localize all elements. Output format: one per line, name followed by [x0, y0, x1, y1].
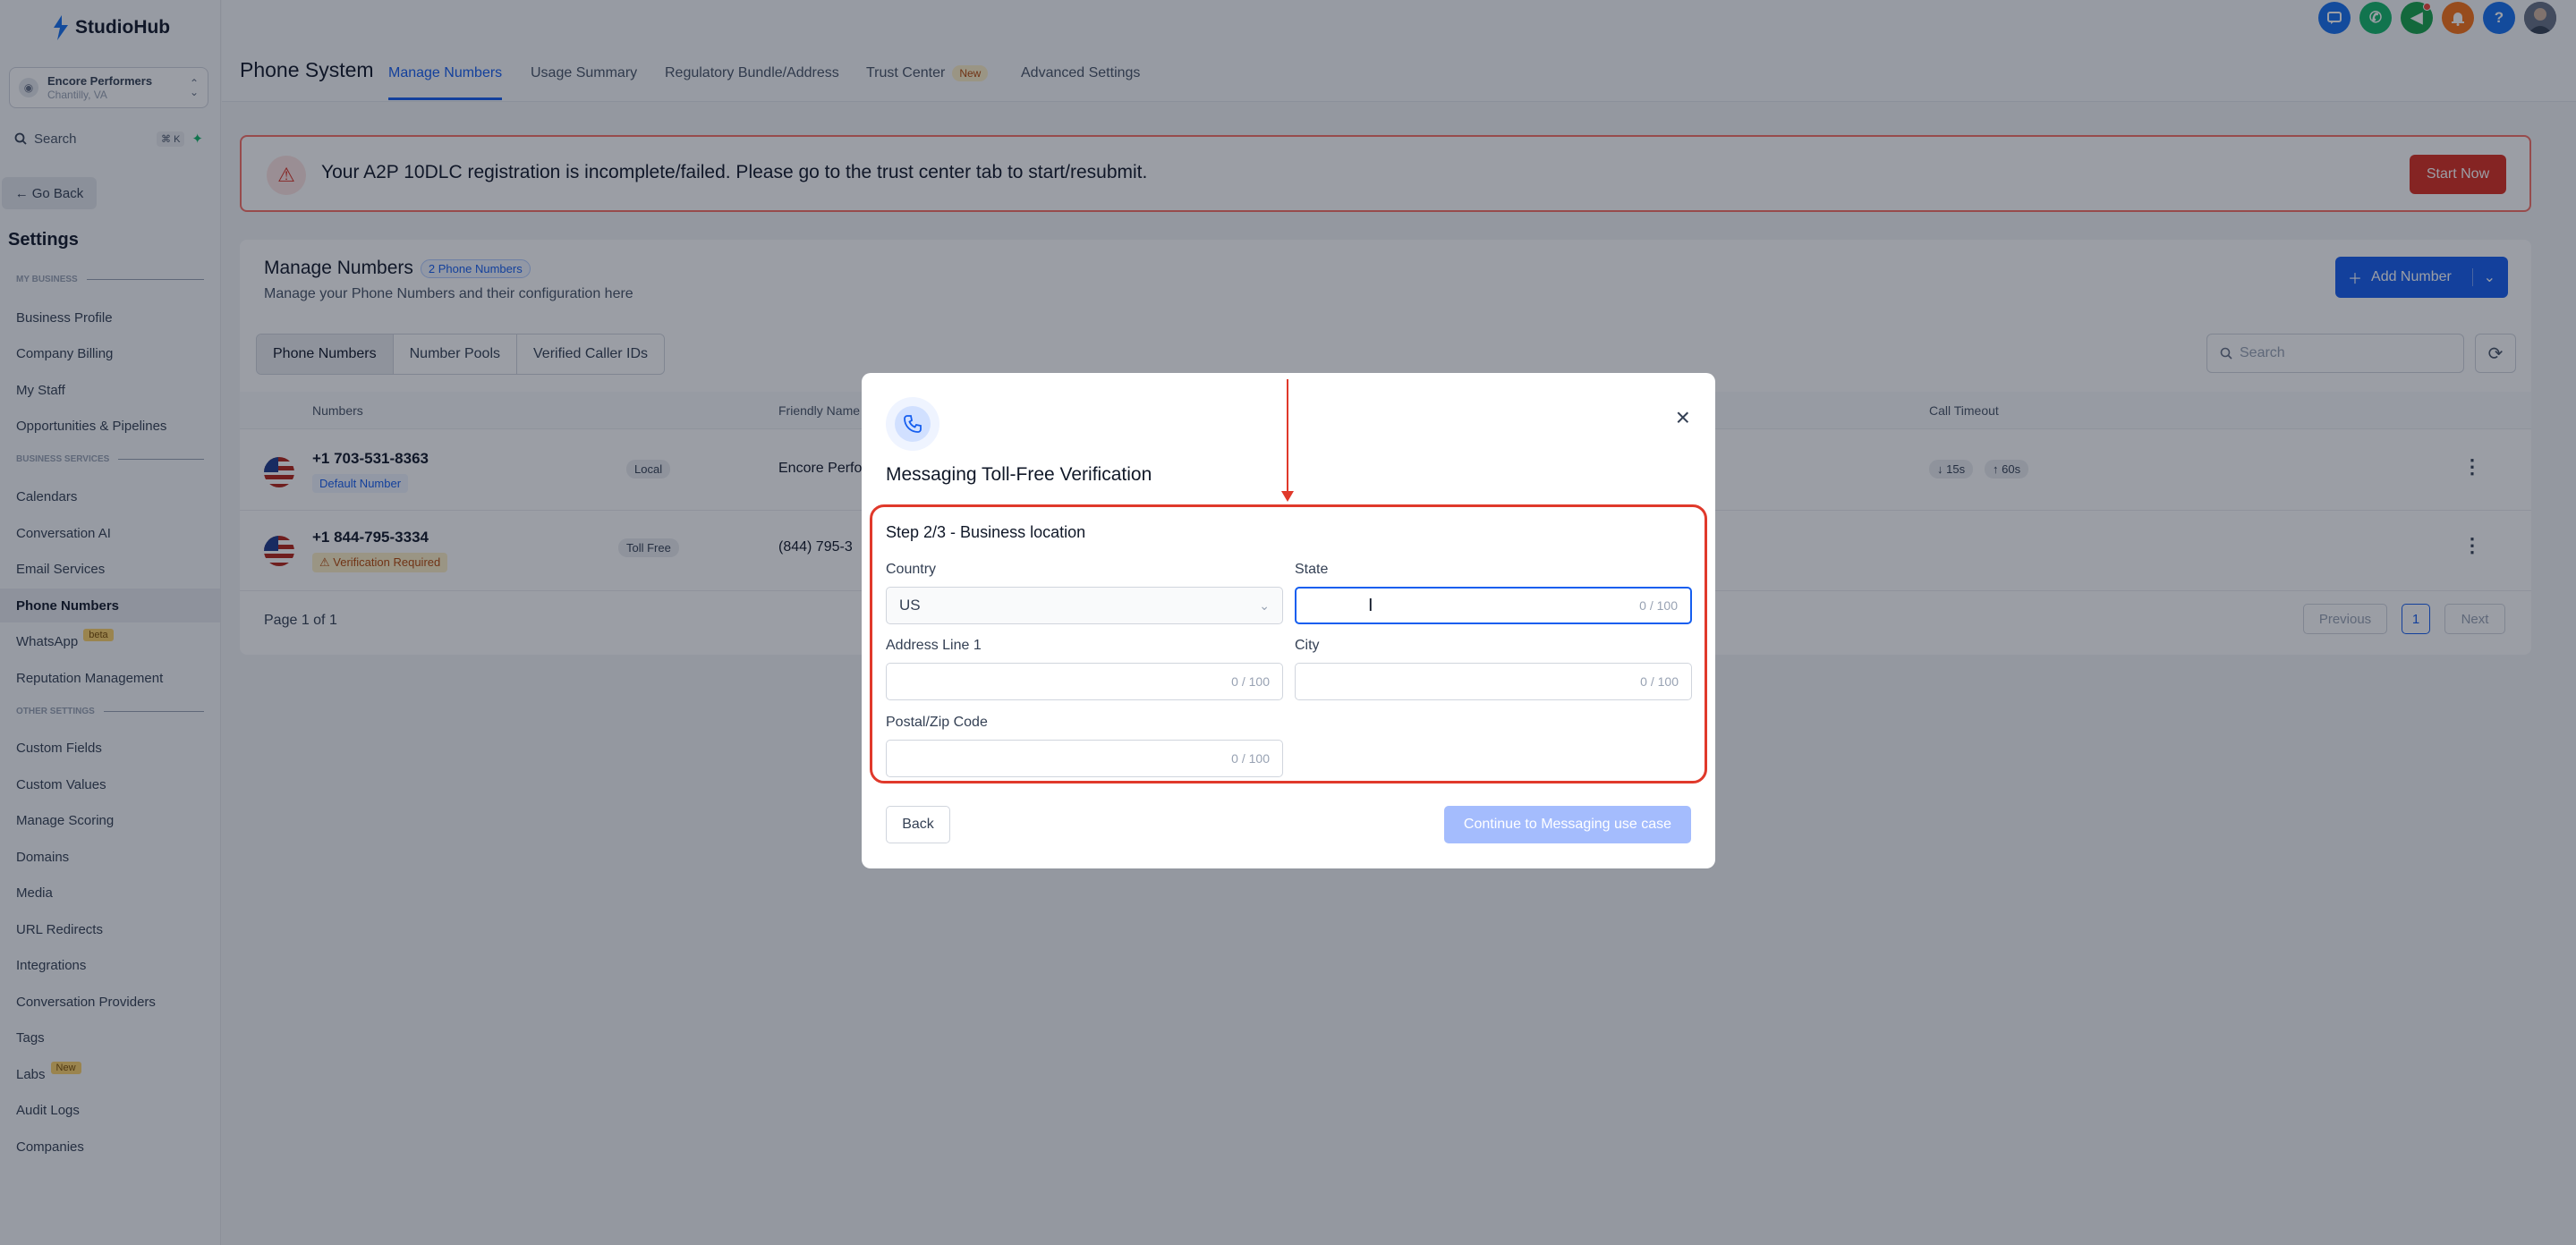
close-icon[interactable]: ×: [1676, 403, 1690, 432]
phone-handset-icon: [904, 415, 922, 433]
continue-button[interactable]: Continue to Messaging use case: [1444, 806, 1691, 843]
annotation-arrow-line: [1287, 379, 1288, 494]
back-button[interactable]: Back: [886, 806, 950, 843]
annotation-highlight-box: [870, 504, 1707, 783]
annotation-arrow-head-icon: [1281, 491, 1294, 502]
modal-title: Messaging Toll-Free Verification: [886, 464, 1152, 485]
phone-icon-inner: [895, 406, 931, 442]
modal-phone-icon: [886, 397, 939, 451]
